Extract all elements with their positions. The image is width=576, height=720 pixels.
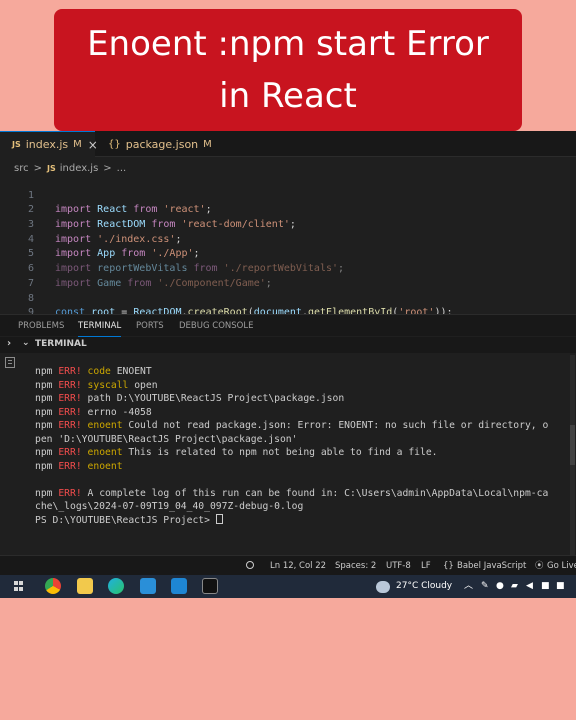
tab-label: package.json <box>125 137 199 151</box>
scrollbar-thumb[interactable] <box>570 425 575 465</box>
terminal-list-icon[interactable] <box>5 357 15 368</box>
indentation-setting[interactable]: Spaces: 2 <box>335 556 376 576</box>
windows-taskbar: 27°C Cloudy ︿ ✎ ● ▰ ◀ ■ ■ <box>0 575 576 598</box>
terminal-line: npm ERR! syscall open <box>35 379 158 391</box>
terminal-line: npm ERR! path D:\YOUTUBE\ReactJS Project… <box>35 393 345 404</box>
microphone-icon[interactable]: ● <box>496 575 504 598</box>
breadcrumb-file[interactable]: index.js <box>60 163 99 174</box>
vscode-icon[interactable] <box>171 578 187 594</box>
tab-index-js[interactable]: JS index.js M × <box>0 131 98 157</box>
banner-title-line-2: in React <box>219 76 357 116</box>
javascript-file-icon: JS <box>12 140 21 149</box>
code-line: 2 import ReactDOM from 'react-dom/client… <box>0 189 576 230</box>
modified-indicator: M <box>73 139 82 150</box>
braces-icon: {} <box>443 561 454 571</box>
terminal-section-header[interactable]: › ⌄ TERMINAL <box>0 337 576 353</box>
title-banner: Enoent :npm start Error in React <box>54 9 522 131</box>
code-editor[interactable]: 1 import React from 'react'; 2 import Re… <box>0 174 576 333</box>
chevron-right-icon[interactable]: › <box>7 338 11 349</box>
panel-tab-bar: PROBLEMS TERMINAL PORTS DEBUG CONSOLE <box>0 314 576 337</box>
speaker-icon[interactable]: ◀ <box>526 575 533 598</box>
broadcast-icon: ⦿ <box>535 561 544 571</box>
language-mode[interactable]: Babel JavaScript <box>457 556 526 576</box>
file-encoding[interactable]: UTF-8 <box>386 556 411 576</box>
cloud-icon <box>376 581 390 593</box>
terminal-line: npm ERR! enoent Could not read package.j… <box>35 420 549 431</box>
code-line: 8 const root = ReactDOM.createRoot(docum… <box>0 277 576 319</box>
zoom-icon[interactable] <box>246 556 254 576</box>
tab-debug-console[interactable]: DEBUG CONSOLE <box>179 315 253 337</box>
code-line: 7 <box>0 262 576 289</box>
breadcrumb-separator: > <box>103 162 112 174</box>
cursor-position[interactable]: Ln 12, Col 22 <box>270 556 326 576</box>
network-icon[interactable]: ▰ <box>511 575 518 598</box>
terminal-line: npm ERR! enoent This is related to npm n… <box>35 447 438 458</box>
tab-package-json[interactable]: {} package.json M <box>96 131 212 157</box>
terminal-output[interactable]: npm ERR! code ENOENT npm ERR! syscall op… <box>35 365 570 527</box>
chevron-down-icon[interactable]: ⌄ <box>22 338 30 348</box>
tab-terminal[interactable]: TERMINAL <box>78 315 122 337</box>
terminal-line: npm ERR! A complete log of this run can … <box>35 487 549 499</box>
code-line: 1 import React from 'react'; <box>0 174 576 216</box>
terminal-line: npm ERR! enoent <box>35 460 123 472</box>
json-file-icon: {} <box>108 138 121 150</box>
terminal-section-label: TERMINAL <box>35 339 87 349</box>
code-line: 9 root.render( <box>0 292 576 333</box>
code-line: 5 import reportWebVitals from './reportW… <box>0 233 576 274</box>
windows-start-icon[interactable] <box>14 581 24 591</box>
breadcrumb-more[interactable]: ... <box>117 163 127 174</box>
weather-readout[interactable]: 27°C Cloudy <box>396 575 452 598</box>
code-line: 3 import './index.css'; <box>0 203 576 245</box>
terminal-line: che\_logs\2024-07-09T19_04_40_097Z-debug… <box>35 501 304 512</box>
terminal-cursor <box>215 513 223 524</box>
app-tray-icon[interactable]: ■ <box>556 575 565 598</box>
breadcrumb-separator: > <box>33 162 42 174</box>
tab-problems[interactable]: PROBLEMS <box>18 315 64 337</box>
edge-icon[interactable] <box>108 578 124 594</box>
terminal-prompt[interactable]: PS D:\YOUTUBE\ReactJS Project> <box>35 513 570 528</box>
tab-ports[interactable]: PORTS <box>136 315 164 337</box>
breadcrumb-folder[interactable]: src <box>14 163 29 174</box>
terminal-line: pen 'D:\YOUTUBE\ReactJS Project\package.… <box>35 433 298 445</box>
pen-icon[interactable]: ✎ <box>481 575 489 598</box>
mail-icon[interactable] <box>140 578 156 594</box>
status-bar: Ln 12, Col 22 Spaces: 2 UTF-8 LF {} Babe… <box>0 555 576 575</box>
code-line: 4 import App from './App'; <box>0 218 576 260</box>
javascript-file-icon: JS <box>47 163 56 173</box>
banner-title-line-1: Enoent :npm start Error <box>87 24 489 64</box>
editor-tab-bar: JS index.js M × {} package.json M <box>0 131 576 157</box>
end-of-line[interactable]: LF <box>421 556 431 576</box>
modified-indicator: M <box>203 138 212 150</box>
file-explorer-icon[interactable] <box>77 578 93 594</box>
tab-label: index.js <box>25 138 69 151</box>
app-tray-icon[interactable]: ■ <box>541 575 550 598</box>
code-line: 6 import Game from './Component/Game'; <box>0 247 576 289</box>
chevron-up-icon[interactable]: ︿ <box>464 575 473 598</box>
chrome-icon[interactable] <box>45 578 61 594</box>
terminal-app-icon[interactable] <box>202 578 218 594</box>
terminal-line: npm ERR! errno -4058 <box>35 406 152 418</box>
go-live-button[interactable]: Go Live <box>547 556 576 576</box>
terminal-line: npm ERR! code ENOENT <box>35 366 152 377</box>
vscode-window: JS index.js M × {} package.json M src > … <box>0 131 576 598</box>
terminal-scrollbar[interactable] <box>570 355 575 555</box>
